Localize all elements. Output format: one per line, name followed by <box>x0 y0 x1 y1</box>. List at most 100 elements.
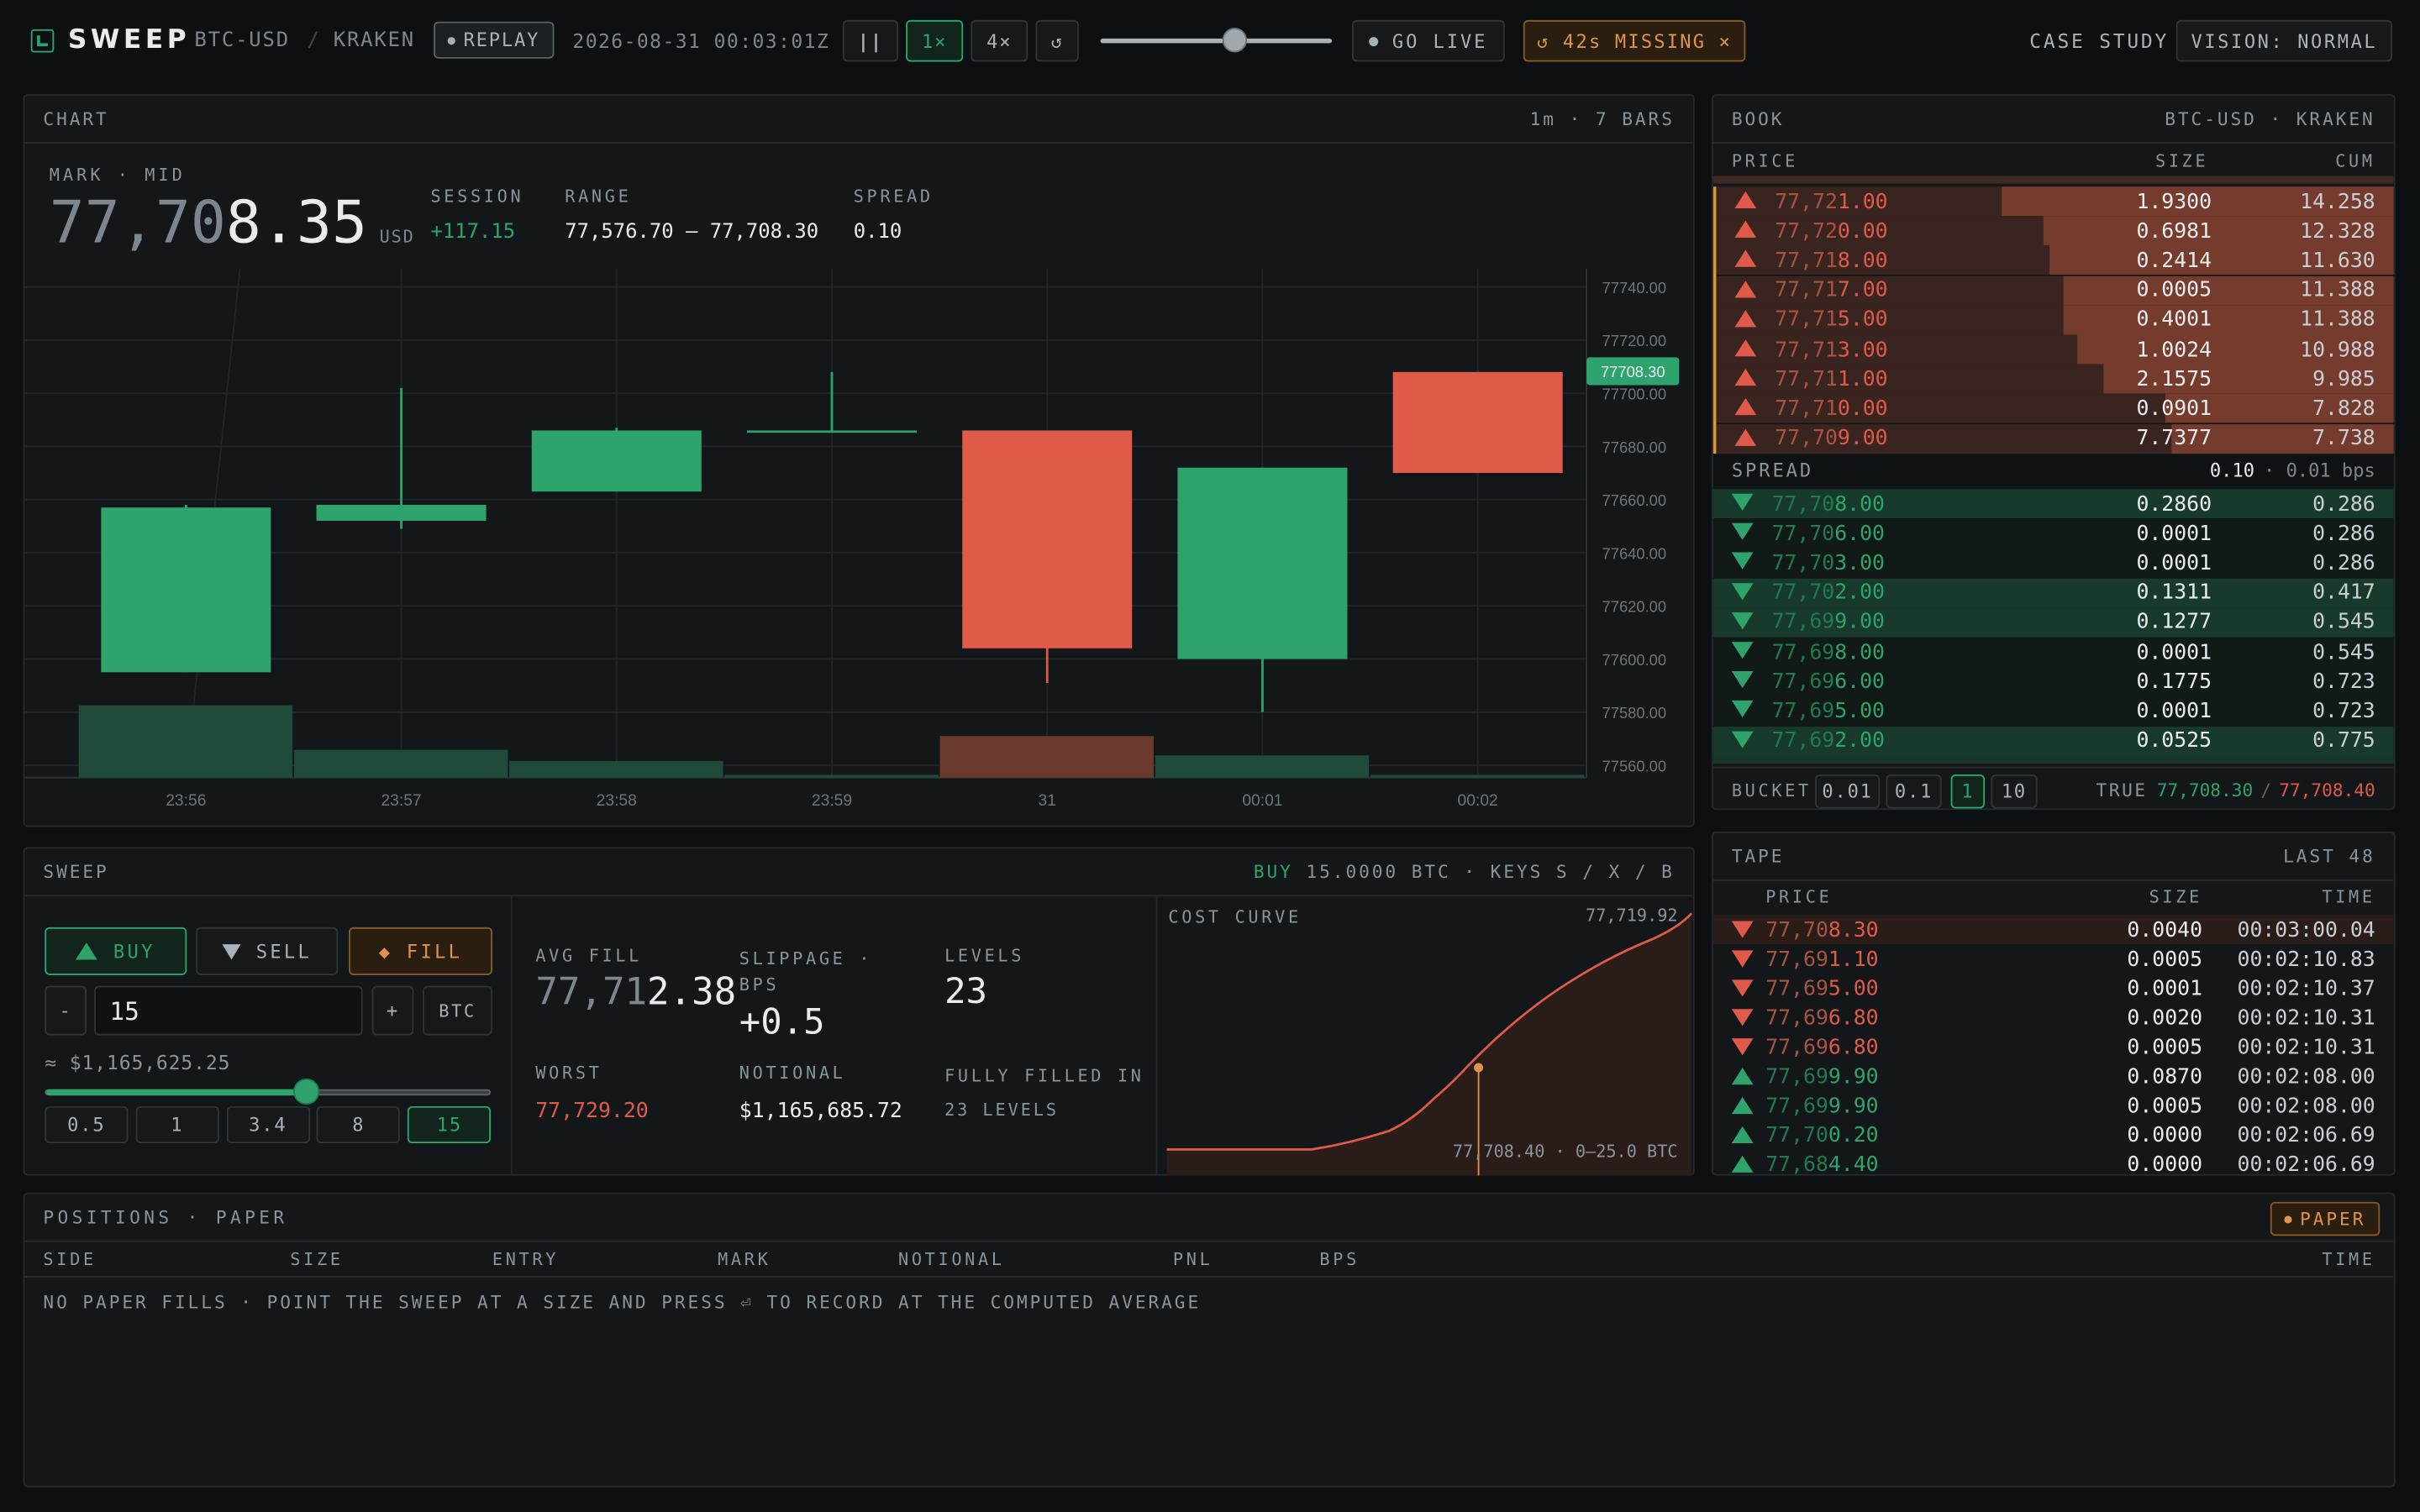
fill-button[interactable]: ◆ FILL <box>349 927 492 975</box>
tape-row[interactable]: 77,696.80 0.0005 00:02:10.31 <box>1713 1032 2394 1062</box>
candle-body[interactable] <box>962 430 1133 648</box>
volume-bar <box>1155 755 1370 778</box>
ask-triangle-icon <box>1734 220 1757 239</box>
tape-row[interactable]: 77,695.00 0.0001 00:02:10.37 <box>1713 974 2394 1003</box>
book-bid-row[interactable]: 77,706.00 0.0001 0.286 <box>1712 518 2394 549</box>
qty-decrement-button[interactable]: - <box>45 985 87 1036</box>
book-ask-row[interactable]: 77,715.00 0.4001 11.388 <box>1716 305 2394 335</box>
qty-slider-knob[interactable] <box>293 1078 320 1105</box>
qty-increment-button[interactable]: + <box>371 985 414 1036</box>
candle-body[interactable] <box>1177 467 1348 659</box>
book-bid-row[interactable]: 77,699.00 0.1277 0.545 <box>1712 607 2394 638</box>
chart-panel: CHART 1m · 7 BARS MARK · MID 77,708.35 USD… <box>23 94 1696 827</box>
book-ask-row[interactable]: 77,721.00 1.9300 14.258 <box>1716 186 2394 217</box>
vision-mode-button[interactable]: VISION: NORMAL <box>2175 19 2392 62</box>
cost-curve-chart[interactable] <box>1158 896 1695 1176</box>
qty-preset-8[interactable]: 8 <box>317 1105 401 1144</box>
qty-input[interactable]: 15 <box>94 985 363 1036</box>
tape-row[interactable]: 77,699.90 0.0870 00:02:08.00 <box>1713 1062 2394 1091</box>
book-ask-row[interactable]: 77,709.00 7.7377 7.738 <box>1716 423 2394 454</box>
case-study-link[interactable]: CASE STUDY <box>2029 29 2169 53</box>
scrub-slider[interactable] <box>1100 28 1333 53</box>
candle-body[interactable] <box>531 430 702 492</box>
bucket-button-1[interactable]: 1 <box>1950 774 1986 809</box>
bid-price: 77,708.00 <box>1771 491 1885 517</box>
book-ask-row[interactable]: 77,718.00 0.2414 11.630 <box>1716 245 2394 276</box>
sell-button[interactable]: SELL <box>196 927 339 975</box>
live-dot-icon <box>1369 36 1379 46</box>
cost-curve-point <box>1474 1063 1484 1073</box>
bid-cum: 0.286 <box>2312 491 2375 517</box>
candle-body[interactable] <box>1392 371 1563 474</box>
book-bids-bottom-fade <box>1712 756 2394 764</box>
tape-row[interactable]: 77,700.20 0.0000 00:02:06.69 <box>1713 1120 2394 1149</box>
book-bid-row[interactable]: 77,695.00 0.0001 0.723 <box>1712 696 2394 726</box>
tape-row[interactable]: 77,684.40 0.0000 00:02:06.69 <box>1713 1149 2394 1176</box>
ask-size: 0.0901 <box>2136 396 2212 422</box>
positions-col-bps: BPS <box>1319 1249 1360 1270</box>
tape-row[interactable]: 77,691.10 0.0005 00:02:10.83 <box>1713 944 2394 974</box>
speed-4x-button[interactable]: 4× <box>971 19 1028 62</box>
paper-badge[interactable]: PAPER <box>2270 1201 2381 1236</box>
pause-button[interactable]: || <box>842 19 898 62</box>
book-ask-row[interactable]: 77,710.00 0.0901 7.828 <box>1716 394 2394 423</box>
bid-cum: 0.286 <box>2312 550 2375 575</box>
book-ask-row[interactable]: 77,717.00 0.0005 11.388 <box>1716 276 2394 305</box>
positions-panel: POSITIONS · PAPER PAPER SIDE SIZE ENTRY MAR… <box>23 1192 2396 1488</box>
candlestick-chart[interactable]: 77740.00 77720.00 77700.00 77680.00 77660.00… <box>24 268 1696 827</box>
candle-body[interactable] <box>101 507 271 673</box>
filled-label: FULLY FILLED IN <box>944 1066 1144 1087</box>
qty-preset-1[interactable]: 1 <box>135 1105 219 1144</box>
bucket-button-10[interactable]: 10 <box>1991 774 2038 809</box>
tape-row[interactable]: 77,708.30 0.0040 00:03:00.04 <box>1712 915 2394 945</box>
bucket-button-0.1[interactable]: 0.1 <box>1886 774 1942 809</box>
missing-data-badge[interactable]: ↺ 42s MISSING × <box>1523 19 1746 62</box>
bid-price: 77,703.00 <box>1771 550 1885 575</box>
qty-preset-3.4[interactable]: 3.4 <box>226 1105 310 1144</box>
book-ask-row[interactable]: 77,720.00 0.6981 12.328 <box>1716 216 2394 246</box>
bid-price: 77,702.00 <box>1771 580 1885 606</box>
reset-button[interactable]: ↺ <box>1035 19 1079 62</box>
ask-size: 0.6981 <box>2136 218 2212 244</box>
book-bid-row[interactable]: 77,692.00 0.0525 0.775 <box>1712 726 2394 756</box>
book-bid-row[interactable]: 77,703.00 0.0001 0.286 <box>1712 548 2394 578</box>
sell-triangle-icon <box>1731 1009 1754 1026</box>
book-bid-row[interactable]: 77,698.00 0.0001 0.545 <box>1712 637 2394 667</box>
candle-body[interactable] <box>316 505 487 522</box>
bid-price: 77,695.00 <box>1771 698 1885 724</box>
book-ask-row[interactable]: 77,711.00 2.1575 9.985 <box>1716 364 2394 394</box>
speed-1x-button[interactable]: 1× <box>906 19 964 62</box>
book-bid-row[interactable]: 77,708.00 0.2860 0.286 <box>1712 489 2394 519</box>
tape-row[interactable]: 77,696.80 0.0020 00:02:10.31 <box>1713 1003 2394 1032</box>
bid-triangle-icon <box>1731 730 1754 748</box>
ask-cum: 14.258 <box>2300 189 2375 214</box>
tape-time: 00:03:00.04 <box>2237 916 2375 942</box>
bid-size: 0.0001 <box>2136 550 2212 575</box>
book-bid-row[interactable]: 77,696.00 0.1775 0.723 <box>1712 666 2394 696</box>
qty-preset-15[interactable]: 15 <box>408 1105 492 1144</box>
y-tick-label: 77680.00 <box>1602 438 1667 456</box>
buy-button[interactable]: BUY <box>45 927 187 975</box>
bid-cum: 0.545 <box>2312 610 2375 635</box>
qty-preset-0.5[interactable]: 0.5 <box>45 1105 129 1144</box>
book-ask-row[interactable]: 77,713.00 1.0024 10.988 <box>1716 334 2394 365</box>
go-live-button[interactable]: GO LIVE <box>1351 19 1505 62</box>
bucket-button-0.01[interactable]: 0.01 <box>1815 774 1881 809</box>
replay-badge[interactable]: REPLAY <box>434 21 555 59</box>
bid-cum: 0.723 <box>2312 698 2375 724</box>
bid-price: 77,696.00 <box>1771 669 1885 694</box>
book-bid-row[interactable]: 77,702.00 0.1311 0.417 <box>1712 578 2394 607</box>
scrub-slider-knob[interactable] <box>1222 28 1248 53</box>
y-tick-label: 77620.00 <box>1602 598 1667 616</box>
slippage-value: +0.5 <box>739 1002 825 1043</box>
ask-price: 77,717.00 <box>1775 277 1888 303</box>
volume-bar <box>293 749 508 778</box>
true-price: TRUE 77,708.30/77,708.40 <box>2096 779 2375 801</box>
tape-size: 0.0000 <box>2127 1152 2203 1176</box>
qty-slider[interactable] <box>45 1078 492 1105</box>
x-tick-label: 23:58 <box>597 792 637 810</box>
tape-row[interactable]: 77,699.90 0.0005 00:02:08.00 <box>1713 1091 2394 1121</box>
candle-body[interactable] <box>746 430 918 433</box>
bucket-label: BUCKET <box>1731 780 1812 801</box>
volume-bar <box>724 774 939 778</box>
